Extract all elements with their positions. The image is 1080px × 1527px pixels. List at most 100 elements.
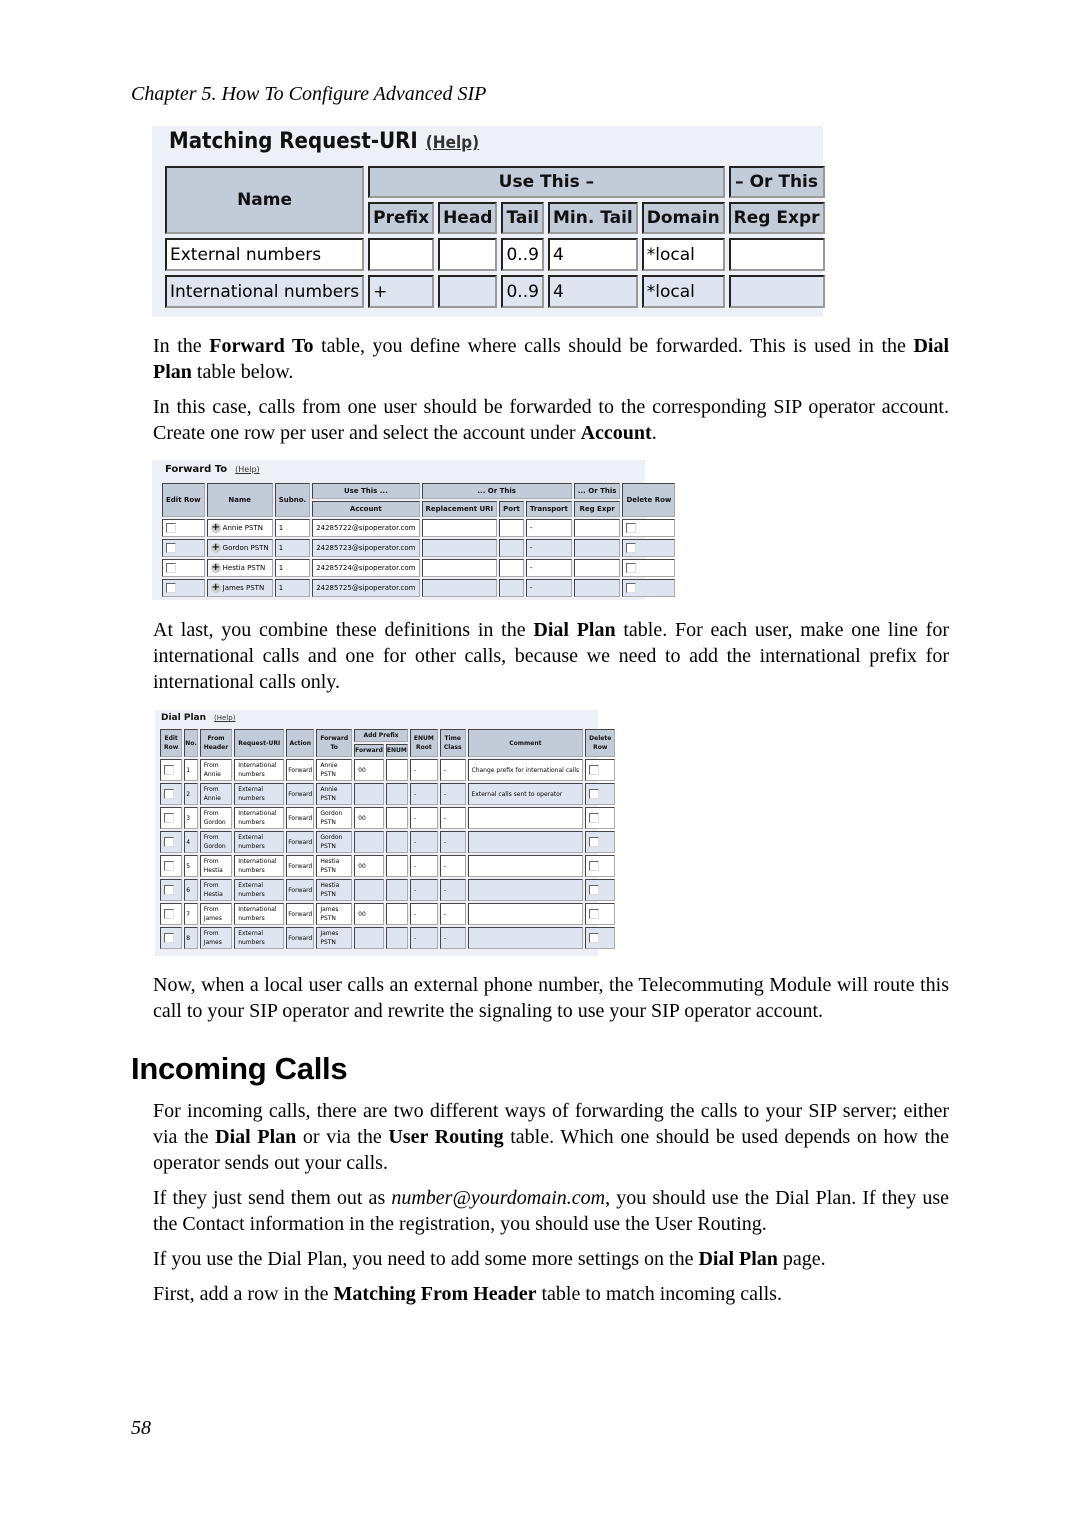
port-field[interactable] <box>499 519 524 537</box>
enum-root-select[interactable]: - <box>409 831 438 853</box>
enum-root-select[interactable]: - <box>409 903 438 925</box>
prefix-enum-field[interactable] <box>385 783 408 805</box>
from-header-field[interactable]: From Hestia <box>199 879 233 901</box>
edit-row-checkbox[interactable] <box>166 543 176 553</box>
subno-field[interactable]: 1 <box>274 519 311 537</box>
plus-icon[interactable]: + <box>210 583 221 593</box>
comment-field[interactable] <box>467 831 584 853</box>
edit-row-checkbox[interactable] <box>164 909 174 919</box>
enum-root-select[interactable]: - <box>409 927 438 949</box>
time-class-select[interactable]: - <box>439 783 466 805</box>
delete-row-checkbox[interactable] <box>589 813 600 823</box>
request-uri-field[interactable]: International numbers <box>234 903 285 925</box>
time-class-select[interactable]: - <box>439 927 466 949</box>
transport-select[interactable]: - <box>525 579 572 597</box>
prefix-enum-field[interactable] <box>385 807 408 829</box>
time-class-select[interactable]: - <box>439 903 466 925</box>
domain-field[interactable]: *local <box>641 238 725 271</box>
request-uri-field[interactable]: External numbers <box>234 927 285 949</box>
edit-row-checkbox[interactable] <box>166 523 176 533</box>
forward-to-field[interactable]: James PSTN <box>316 927 353 949</box>
action-select[interactable]: Forward <box>286 927 315 949</box>
edit-row-checkbox[interactable] <box>164 837 174 847</box>
help-link[interactable]: (Help) <box>214 714 235 722</box>
delete-row-checkbox[interactable] <box>589 789 600 799</box>
prefix-field[interactable]: + <box>368 275 435 308</box>
enum-root-select[interactable]: - <box>409 855 438 877</box>
transport-select[interactable]: - <box>525 559 572 577</box>
request-uri-field[interactable]: External numbers <box>234 783 285 805</box>
delete-row-checkbox[interactable] <box>589 837 600 847</box>
prefix-forward-field[interactable]: 00 <box>354 855 384 877</box>
delete-row-checkbox[interactable] <box>626 543 637 553</box>
reg-expr-field[interactable] <box>573 539 621 557</box>
from-header-field[interactable]: From Gordon <box>199 807 233 829</box>
from-header-field[interactable]: From James <box>199 903 233 925</box>
replacement-uri-field[interactable] <box>421 579 498 597</box>
from-header-field[interactable]: From Hestia <box>199 855 233 877</box>
reg-expr-field[interactable] <box>728 238 825 271</box>
forward-to-field[interactable]: Gordon PSTN <box>316 831 353 853</box>
tail-field[interactable]: 0..9 <box>501 275 544 308</box>
prefix-enum-field[interactable] <box>385 903 408 925</box>
plus-icon[interactable]: + <box>210 543 221 553</box>
time-class-select[interactable]: - <box>439 759 466 781</box>
account-field[interactable]: 24285722@sipoperator.com <box>312 519 420 537</box>
transport-select[interactable]: - <box>525 519 572 537</box>
action-select[interactable]: Forward <box>286 807 315 829</box>
replacement-uri-field[interactable] <box>421 539 498 557</box>
account-field[interactable]: 24285723@sipoperator.com <box>312 539 420 557</box>
from-header-field[interactable]: From Gordon <box>199 831 233 853</box>
request-uri-field[interactable]: International numbers <box>234 807 285 829</box>
min-tail-field[interactable]: 4 <box>548 238 638 271</box>
name-field[interactable]: International numbers <box>165 275 365 308</box>
edit-row-checkbox[interactable] <box>166 563 176 573</box>
edit-row-checkbox[interactable] <box>166 583 176 593</box>
prefix-enum-field[interactable] <box>385 855 408 877</box>
prefix-forward-field[interactable]: 00 <box>354 807 384 829</box>
port-field[interactable] <box>499 559 524 577</box>
action-select[interactable]: Forward <box>286 831 315 853</box>
tail-field[interactable]: 0..9 <box>501 238 544 271</box>
subno-field[interactable]: 1 <box>274 539 311 557</box>
request-uri-field[interactable]: External numbers <box>234 831 285 853</box>
prefix-field[interactable] <box>368 238 435 271</box>
delete-row-checkbox[interactable] <box>626 563 637 573</box>
name-field[interactable]: External numbers <box>165 238 365 271</box>
plus-icon[interactable]: + <box>210 563 221 573</box>
delete-row-checkbox[interactable] <box>626 583 637 593</box>
request-uri-field[interactable]: International numbers <box>234 759 285 781</box>
from-header-field[interactable]: From Annie <box>199 783 233 805</box>
reg-expr-field[interactable] <box>573 579 621 597</box>
head-field[interactable] <box>438 275 498 308</box>
time-class-select[interactable]: - <box>439 831 466 853</box>
edit-row-checkbox[interactable] <box>164 861 174 871</box>
from-header-field[interactable]: From Annie <box>199 759 233 781</box>
request-uri-field[interactable]: International numbers <box>234 855 285 877</box>
from-header-field[interactable]: From James <box>199 927 233 949</box>
comment-field[interactable] <box>467 807 584 829</box>
prefix-forward-field[interactable]: 00 <box>354 759 384 781</box>
prefix-enum-field[interactable] <box>385 927 408 949</box>
account-field[interactable]: 24285725@sipoperator.com <box>312 579 420 597</box>
prefix-forward-field[interactable] <box>354 879 384 901</box>
port-field[interactable] <box>499 539 524 557</box>
account-field[interactable]: 24285724@sipoperator.com <box>312 559 420 577</box>
enum-root-select[interactable]: - <box>409 879 438 901</box>
subno-field[interactable]: 1 <box>274 579 311 597</box>
comment-field[interactable] <box>467 927 584 949</box>
forward-to-field[interactable]: Gordon PSTN <box>316 807 353 829</box>
delete-row-checkbox[interactable] <box>626 523 637 533</box>
domain-field[interactable]: *local <box>641 275 725 308</box>
edit-row-checkbox[interactable] <box>164 813 174 823</box>
request-uri-field[interactable]: External numbers <box>234 879 285 901</box>
edit-row-checkbox[interactable] <box>164 789 174 799</box>
prefix-forward-field[interactable] <box>354 831 384 853</box>
time-class-select[interactable]: - <box>439 879 466 901</box>
port-field[interactable] <box>499 579 524 597</box>
reg-expr-field[interactable] <box>728 275 825 308</box>
delete-row-checkbox[interactable] <box>589 861 600 871</box>
comment-field[interactable] <box>467 855 584 877</box>
forward-to-field[interactable]: Hestia PSTN <box>316 879 353 901</box>
edit-row-checkbox[interactable] <box>164 765 174 775</box>
